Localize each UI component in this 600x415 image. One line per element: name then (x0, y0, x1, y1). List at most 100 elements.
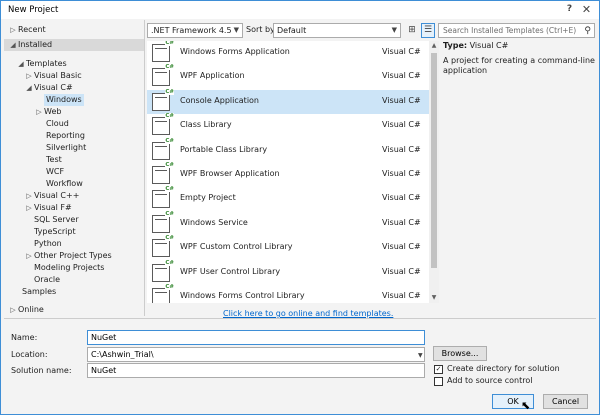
pane-divider (144, 20, 145, 316)
cancel-button[interactable]: Cancel (543, 394, 588, 409)
window-title: New Project (8, 5, 59, 15)
template-list-scrollbar[interactable]: ▲ ▼ (429, 41, 439, 303)
template-tree: ▷ Recent ◢ Installed ◢ Templates ▷ Visual Ba… (4, 20, 144, 316)
name-input[interactable] (87, 330, 425, 345)
template-row[interactable]: C# Empty Project Visual C# (147, 186, 429, 211)
template-language: Visual C# (382, 217, 421, 227)
template-icon: C# (152, 186, 174, 209)
tree-item-cloud[interactable]: Cloud (46, 118, 69, 130)
tree-item-visual-cpp[interactable]: ▷ Visual C++ (24, 190, 79, 202)
template-list: C# Windows Forms Application Visual C# C# WP… (147, 41, 429, 303)
expand-arrow-icon[interactable]: ▷ (8, 24, 18, 36)
browse-button[interactable]: Browse... (433, 346, 487, 361)
tree-item-modeling-projects[interactable]: Modeling Projects (34, 262, 104, 274)
csharp-badge: C# (165, 284, 174, 290)
tree-item-typescript[interactable]: TypeScript (34, 226, 76, 238)
chevron-down-icon[interactable]: ▼ (418, 352, 423, 359)
template-row[interactable]: C# Console Application Visual C# (147, 88, 429, 114)
expand-arrow-icon[interactable]: ▷ (24, 190, 34, 202)
collapse-arrow-icon[interactable]: ◢ (16, 58, 26, 70)
tree-item-recent[interactable]: ▷ Recent (8, 24, 45, 36)
scroll-down-icon[interactable]: ▼ (429, 293, 439, 303)
tree-item-workflow[interactable]: Workflow (46, 178, 83, 190)
template-name: WPF Custom Control Library (180, 242, 293, 252)
details-view-icon[interactable]: ☰ (421, 23, 435, 38)
template-row[interactable]: C# Class Library Visual C# (147, 113, 429, 138)
location-input[interactable] (87, 347, 425, 362)
help-icon[interactable]: ? (563, 4, 576, 15)
tree-item-other-project-types[interactable]: ▷ Other Project Types (24, 250, 111, 262)
tree-item-installed[interactable]: ◢ Installed (4, 39, 144, 51)
template-row[interactable]: C# WPF Custom Control Library Visual C# (147, 235, 429, 260)
collapse-arrow-icon[interactable]: ◢ (24, 82, 34, 94)
tree-item-wcf[interactable]: WCF (46, 166, 64, 178)
template-language: Visual C# (382, 193, 421, 203)
close-icon[interactable]: ✕ (580, 4, 593, 15)
tree-item-sql-server[interactable]: SQL Server (34, 214, 79, 226)
template-name: Windows Service (180, 217, 248, 227)
search-icon[interactable]: ⚲ (584, 25, 591, 38)
chevron-down-icon: ▼ (233, 26, 239, 34)
tree-item-visual-csharp[interactable]: ◢ Visual C# (24, 82, 72, 94)
template-language: Visual C# (382, 266, 421, 276)
tree-item-web[interactable]: ▷ Web (34, 106, 61, 118)
csharp-badge: C# (165, 210, 174, 217)
csharp-badge: C# (165, 113, 174, 120)
chevron-down-icon: ▼ (391, 26, 397, 34)
mouse-cursor-icon: ⬉ (521, 399, 531, 412)
template-icon: C# (152, 64, 174, 87)
collapse-arrow-icon[interactable]: ◢ (8, 39, 18, 51)
expand-arrow-icon[interactable]: ▷ (24, 250, 34, 262)
tree-item-silverlight[interactable]: Silverlight (46, 142, 86, 154)
tree-item-visual-basic[interactable]: ▷ Visual Basic (24, 70, 81, 82)
create-directory-checkbox[interactable]: ✓ (434, 365, 443, 374)
template-row[interactable]: C# Portable Class Library Visual C# (147, 137, 429, 163)
template-row[interactable]: C# WPF User Control Library Visual C# (147, 259, 429, 285)
tree-item-windows[interactable]: Windows (44, 94, 84, 106)
tree-item-visual-fsharp[interactable]: ▷ Visual F# (24, 202, 71, 214)
form-divider (4, 318, 596, 319)
add-source-control-checkbox[interactable] (434, 377, 443, 386)
csharp-badge: C# (165, 259, 174, 266)
tree-item-reporting[interactable]: Reporting (46, 130, 85, 142)
tree-item-test[interactable]: Test (46, 154, 62, 166)
template-row[interactable]: C# WPF Application Visual C# (147, 64, 429, 89)
framework-select[interactable]: .NET Framework 4.5 ▼ (147, 23, 243, 38)
template-language: Visual C# (382, 71, 421, 81)
template-icon: C# (152, 284, 174, 303)
sort-select[interactable]: Default ▼ (273, 23, 401, 38)
template-language: Visual C# (382, 47, 421, 56)
scroll-thumb[interactable] (431, 53, 437, 268)
template-icon: C# (152, 137, 174, 160)
expand-arrow-icon[interactable]: ▷ (24, 202, 34, 214)
expand-arrow-icon[interactable]: ▷ (24, 70, 34, 82)
scroll-up-icon[interactable]: ▲ (429, 41, 439, 51)
tree-item-templates[interactable]: ◢ Templates (16, 58, 66, 70)
tree-item-online[interactable]: ▷ Online (8, 304, 44, 316)
tree-item-python[interactable]: Python (34, 238, 62, 250)
search-input[interactable]: Search Installed Templates (Ctrl+E) ⚲ (438, 23, 595, 38)
name-label: Name: (11, 333, 38, 342)
csharp-badge: C# (165, 162, 174, 168)
expand-arrow-icon[interactable]: ▷ (34, 106, 44, 118)
template-row[interactable]: C# Windows Forms Control Library Visual C# (147, 284, 429, 303)
solution-name-label: Solution name: (11, 366, 72, 375)
solution-name-input[interactable] (87, 363, 425, 378)
template-name: Class Library (180, 120, 232, 130)
template-toolbar: .NET Framework 4.5 ▼ Sort by: Default ▼ … (147, 23, 597, 39)
online-templates-link[interactable]: Click here to go online and find templat… (223, 309, 393, 318)
template-row[interactable]: C# WPF Browser Application Visual C# (147, 162, 429, 187)
medium-icons-view-icon[interactable]: ⊞ (405, 23, 419, 38)
new-project-dialog: New Project ? ✕ ▷ Recent ◢ Installed ◢ Temp… (0, 0, 600, 415)
template-icon: C# (152, 113, 174, 136)
template-language: Visual C# (382, 291, 421, 300)
template-name: Console Application (180, 95, 259, 105)
expand-arrow-icon[interactable]: ▷ (8, 304, 18, 316)
template-language: Visual C# (382, 120, 421, 130)
tree-item-samples[interactable]: Samples (22, 286, 56, 298)
tree-item-oracle[interactable]: Oracle (34, 274, 60, 286)
template-details: Type: Visual C# A project for creating a… (443, 41, 595, 76)
detail-type: Type: Visual C# (443, 41, 509, 50)
template-row[interactable]: C# Windows Forms Application Visual C# (147, 41, 429, 65)
template-row[interactable]: C# Windows Service Visual C# (147, 210, 429, 236)
